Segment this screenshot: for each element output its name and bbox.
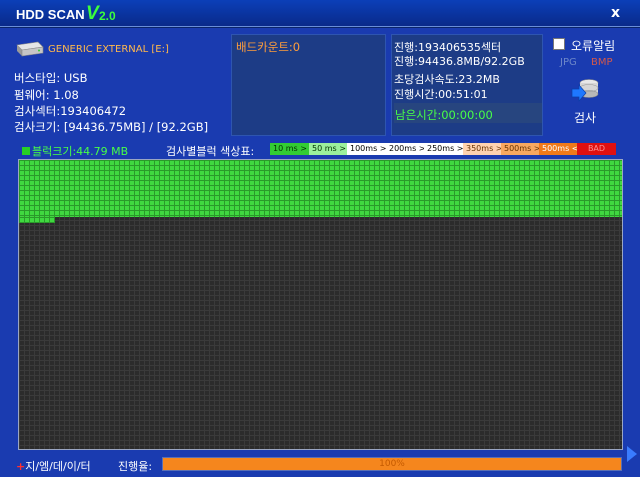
bus-type-text: 버스타입: USB — [14, 71, 88, 85]
app-version-number: 2.0 — [99, 9, 116, 23]
error-alert-label: 오류알림 — [571, 39, 616, 53]
title-bar: HDD SCAN V 2.0 x — [0, 0, 640, 27]
progress-bar: 100% — [162, 457, 622, 471]
progress-label: 진행율: — [118, 460, 153, 473]
legend-bad: BAD — [577, 143, 616, 155]
block-size-swatch — [22, 147, 30, 155]
scan-size-text: 검사크기: [94436.75MB] / [92.2GB] — [14, 120, 209, 134]
scan-sectors-text: 검사섹터:193406472 — [14, 104, 127, 118]
app-title: HDD SCAN — [16, 7, 85, 22]
scan-disk-icon[interactable] — [570, 74, 602, 106]
scan-block-map — [18, 159, 623, 450]
firmware-text: 펌웨어: 1.08 — [14, 88, 79, 102]
legend-50ms: 50 ms > — [309, 143, 347, 155]
progress-size-text: 진행:94436.8MB/92.2GB — [394, 55, 525, 68]
progress-value: 100% — [379, 459, 405, 469]
legend-350ms: 350ms > — [463, 143, 501, 155]
app-version-mark: V — [86, 3, 99, 24]
bmp-option[interactable]: BMP — [591, 57, 613, 68]
legend-200ms: 200ms > — [386, 143, 424, 155]
jpg-option[interactable]: JPG — [560, 57, 577, 68]
play-arrow-icon[interactable] — [627, 446, 637, 462]
speed-text: 초당검사속도:23.2MB — [394, 73, 500, 86]
legend-over-500ms: 500ms < — [539, 143, 577, 155]
plus-icon: + — [16, 460, 26, 473]
legend-250ms: 250ms > — [424, 143, 463, 155]
brand-text: 지/엠/데/이/터 — [25, 460, 91, 473]
scan-stats-panel: 진행:193406535섹터 진행:94436.8MB/92.2GB 초당검사속… — [391, 34, 543, 136]
close-button[interactable]: x — [611, 5, 620, 21]
color-legend: 10 ms > 50 ms > 100ms > 200ms > 250ms > … — [270, 143, 616, 155]
color-legend-label: 검사별블럭 색상표: — [166, 145, 255, 158]
error-alert-checkbox[interactable] — [553, 38, 565, 50]
elapsed-time-text: 진행시간:00:51:01 — [394, 88, 488, 101]
scan-button[interactable]: 검사 — [574, 109, 596, 126]
bad-count-panel: 배드카운트:0 — [231, 34, 386, 136]
remaining-time-text: 남은시간:00:00:00 — [395, 108, 493, 122]
scanned-blocks — [19, 160, 622, 217]
gmdata-logo: +지/엠/데/이/터 — [16, 458, 91, 474]
drive-name: GENERIC EXTERNAL [E:] — [48, 44, 169, 55]
bad-count-text: 배드카운트:0 — [236, 40, 301, 54]
hard-drive-icon — [16, 41, 44, 57]
legend-500ms: 500ms > — [501, 143, 539, 155]
legend-100ms: 100ms > — [347, 143, 386, 155]
remaining-time-box: 남은시간:00:00:00 — [394, 103, 542, 123]
scanned-blocks-partial-row — [19, 217, 55, 223]
legend-10ms: 10 ms > — [270, 143, 309, 155]
block-size-text: 블럭크기:44.79 MB — [32, 145, 129, 158]
block-size-label: 블럭크기:44.79 MB — [22, 143, 128, 159]
